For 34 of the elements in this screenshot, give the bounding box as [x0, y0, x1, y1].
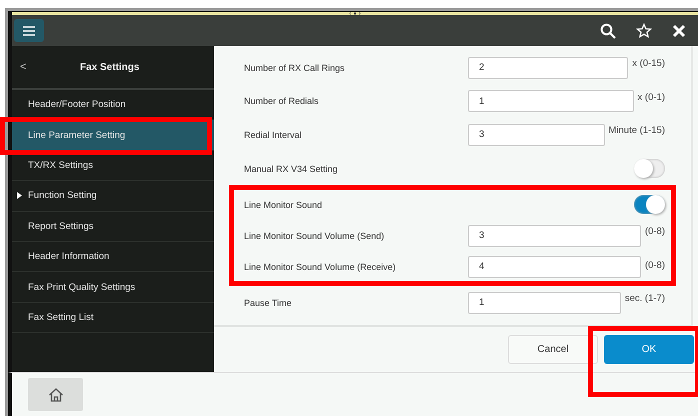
setting-label: Line Monitor Sound Volume (Send)	[244, 230, 386, 241]
input-field[interactable]: 3	[468, 224, 641, 247]
unit-label: x (0-1)	[636, 92, 665, 103]
unit-label: (0-8)	[644, 226, 665, 237]
expand-arrow-icon	[17, 192, 22, 200]
setting-label: Redial Interval	[244, 130, 303, 140]
sidebar-title: Fax Settings	[80, 62, 140, 72]
setting-label: Pause Time	[244, 298, 293, 308]
input-field[interactable]: 4	[468, 256, 641, 278]
search-icon[interactable]	[600, 22, 616, 38]
home-button[interactable]	[28, 378, 83, 411]
unit-label: x (0-15)	[631, 58, 665, 69]
input-field[interactable]: 1	[468, 292, 621, 314]
star-icon[interactable]	[636, 22, 652, 38]
setting-label: Number of RX Call Rings	[244, 62, 346, 73]
toggle-switch[interactable]	[634, 195, 665, 214]
input-field[interactable]: 3	[468, 124, 604, 146]
setting-label: Number of Redials	[244, 96, 320, 106]
unit-label: Minute (1-15)	[608, 125, 665, 136]
input-field[interactable]: 1	[468, 90, 634, 112]
toggle-switch[interactable]	[634, 159, 665, 178]
unit-label: (0-8)	[644, 260, 665, 271]
unit-label: sec. (1-7)	[624, 293, 665, 304]
menu-icon	[23, 26, 35, 36]
home-icon	[48, 386, 64, 402]
input-field[interactable]: 2	[468, 56, 628, 79]
menu-button[interactable]	[14, 19, 44, 42]
setting-label: Line Monitor Sound	[244, 200, 324, 210]
cancel-button[interactable]: Cancel	[508, 335, 598, 364]
ok-button[interactable]: OK	[604, 335, 694, 364]
close-icon[interactable]	[672, 24, 686, 38]
setting-label: Manual RX V34 Setting	[244, 164, 339, 174]
back-button[interactable]: <	[12, 61, 26, 73]
setting-label: Line Monitor Sound Volume (Receive)	[244, 262, 397, 272]
